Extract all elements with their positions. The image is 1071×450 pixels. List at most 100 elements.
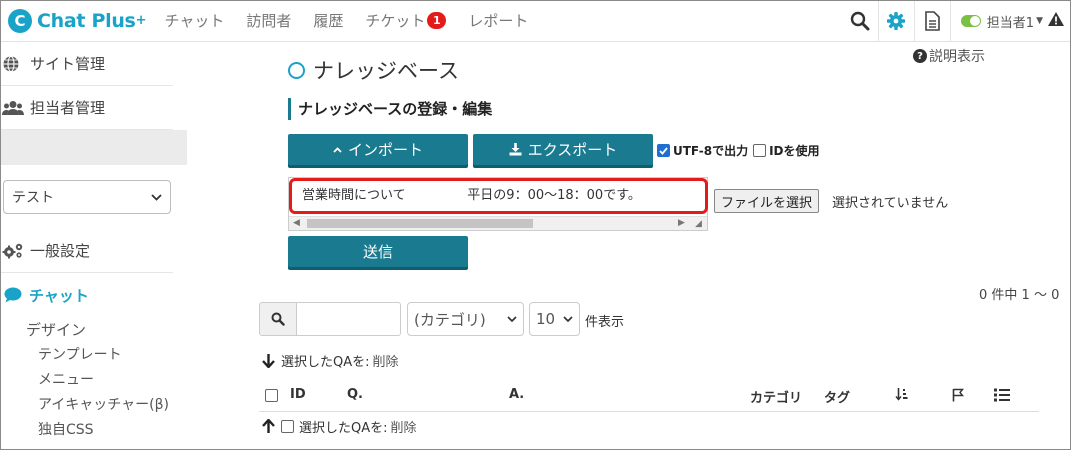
nav-visitors[interactable]: 訪問者 <box>246 10 291 31</box>
bulk-actions-top: 選択したQAを: 削除 <box>262 351 399 370</box>
export-button[interactable]: エクスポート <box>473 134 653 165</box>
column-question[interactable]: Q. <box>347 387 363 402</box>
sidebar-settings-card: テスト 一般設定 チャット デザイン テンプレート メニュー アイキャッチャー(… <box>0 165 187 450</box>
sidebar-item-design[interactable]: デザイン <box>0 317 173 343</box>
bulk-label: 選択したQAを: <box>299 421 388 436</box>
logo[interactable]: C Chat Plus + <box>8 8 147 33</box>
sidebar-item-chat[interactable]: チャット <box>0 273 173 317</box>
logo-text: Chat Plus <box>37 9 136 32</box>
sidebar-item-template[interactable]: テンプレート <box>0 343 173 368</box>
gears-icon <box>2 242 24 260</box>
export-label: エクスポート <box>527 141 618 159</box>
warning-icon[interactable] <box>1047 11 1065 31</box>
horizontal-scrollbar[interactable]: ◀ ▶ ◢ <box>289 216 707 230</box>
globe-icon <box>2 55 24 73</box>
use-id-checkbox[interactable] <box>753 144 767 157</box>
top-nav: C Chat Plus + チャット 訪問者 履歴 チケット 1 レポート 担当… <box>0 0 1071 42</box>
sidebar-settings-menu: 一般設定 チャット デザイン テンプレート メニュー アイキャッチャー(β) 独… <box>0 229 173 443</box>
chevron-down-icon <box>507 316 517 322</box>
chevron-up-icon <box>333 146 342 153</box>
column-id[interactable]: ID <box>290 387 306 402</box>
flag-icon[interactable] <box>952 388 965 406</box>
category-select-value: (カテゴリ) <box>414 310 486 329</box>
select-all-checkbox[interactable] <box>265 389 278 402</box>
sidebar-item-eyecatcher[interactable]: アイキャッチャー(β) <box>0 393 173 418</box>
send-button[interactable]: 送信 <box>288 236 468 267</box>
caret-down-icon: ▼ <box>1036 16 1043 26</box>
sidebar: サイト管理 担当者管理 テスト 一般設定 チャット デザイン テンプレート メニ… <box>0 42 187 450</box>
per-page-value: 10 <box>536 310 556 328</box>
list-settings-icon[interactable] <box>994 388 1010 406</box>
file-select-button[interactable]: ファイルを選択 <box>714 189 820 213</box>
document-icon[interactable] <box>913 0 950 42</box>
utf8-label: UTF-8で出力 <box>673 144 749 158</box>
download-icon <box>509 143 522 156</box>
logo-icon: C <box>8 8 32 33</box>
bulk-label: 選択したQAを: <box>281 355 370 370</box>
main-content: ? 説明表示 ナレッジベース ナレッジベースの登録・編集 インポート エクスポー… <box>187 42 1071 450</box>
send-label: 送信 <box>362 243 393 261</box>
search-icon <box>271 312 285 326</box>
nav-history[interactable]: 履歴 <box>313 10 343 31</box>
use-id-label: IDを使用 <box>769 144 820 158</box>
sidebar-item-site-management[interactable]: サイト管理 <box>0 42 173 86</box>
column-category[interactable]: カテゴリ <box>750 387 802 406</box>
circle-icon <box>288 61 305 79</box>
sidebar-chat-label: チャット <box>29 286 89 305</box>
sidebar-item-menu[interactable]: メニュー <box>0 368 173 393</box>
page-title-text: ナレッジベース <box>313 59 459 83</box>
textarea-content: 営業時間について 平日の9：00〜18：00です。 <box>302 188 641 203</box>
user-name: 担当者1 <box>986 15 1035 31</box>
nav-reports[interactable]: レポート <box>468 10 528 31</box>
help-toggle[interactable]: ? 説明表示 <box>913 46 985 66</box>
chevron-down-icon <box>563 316 573 322</box>
per-page-label: 件表示 <box>585 315 625 330</box>
import-button[interactable]: インポート <box>288 134 468 165</box>
sidebar-item-custom-css[interactable]: 独自CSS <box>0 418 173 443</box>
result-count: 0 件中 1 ～ 0 <box>979 288 1060 303</box>
scroll-right-icon[interactable]: ▶ <box>678 218 685 228</box>
logo-plus: + <box>135 13 147 28</box>
site-select-value: テスト <box>12 190 54 206</box>
scrollbar-thumb[interactable] <box>307 219 533 228</box>
question-icon: ? <box>913 49 927 63</box>
sidebar-item-staff-management[interactable]: 担当者管理 <box>0 86 173 130</box>
users-icon <box>2 100 24 116</box>
sidebar-item-label: 一般設定 <box>30 242 91 260</box>
category-select[interactable]: (カテゴリ) <box>407 302 524 336</box>
user-menu[interactable]: 担当者1 ▼ <box>949 0 1071 42</box>
sidebar-item-label: 担当者管理 <box>30 99 106 117</box>
select-all-bottom-checkbox[interactable] <box>281 420 294 433</box>
sort-icon[interactable] <box>895 388 909 405</box>
nav-tickets[interactable]: チケット 1 <box>365 10 447 31</box>
table-header: ID Q. A. カテゴリ タグ <box>259 378 1039 412</box>
status-toggle-icon[interactable] <box>960 15 981 27</box>
sidebar-item-label: サイト管理 <box>30 55 106 73</box>
column-tag[interactable]: タグ <box>824 387 850 406</box>
search-button[interactable] <box>259 302 297 336</box>
search-input[interactable] <box>297 302 401 336</box>
scroll-left-icon[interactable]: ◀ <box>293 218 300 228</box>
import-label: インポート <box>347 141 423 159</box>
ticket-count-badge: 1 <box>427 12 447 29</box>
knowledge-textarea[interactable]: 営業時間について 平日の9：00〜18：00です。 ◀ ▶ ◢ <box>288 177 708 231</box>
gear-icon[interactable] <box>877 0 914 42</box>
export-options: UTF-8で出力 IDを使用 <box>657 142 820 159</box>
bulk-delete-link[interactable]: 削除 <box>373 351 399 370</box>
search-icon[interactable] <box>842 0 878 42</box>
sidebar-admin-card: サイト管理 担当者管理 <box>0 42 187 130</box>
nav-right: 担当者1 ▼ <box>842 0 1071 42</box>
chevron-down-icon <box>151 189 162 205</box>
nav-chat[interactable]: チャット <box>164 10 224 31</box>
site-select[interactable]: テスト <box>3 180 171 214</box>
arrow-up-icon <box>262 419 275 434</box>
per-page-select[interactable]: 10 <box>529 302 580 336</box>
resize-grip-icon[interactable]: ◢ <box>695 219 702 229</box>
bulk-delete-link[interactable]: 削除 <box>391 417 417 436</box>
column-answer[interactable]: A. <box>509 387 524 402</box>
utf8-checkbox[interactable] <box>657 144 670 157</box>
sidebar-item-general-settings[interactable]: 一般設定 <box>0 229 173 273</box>
main-nav: チャット 訪問者 履歴 チケット 1 レポート <box>164 10 550 31</box>
section-heading: ナレッジベースの登録・編集 <box>288 98 492 120</box>
help-label: 説明表示 <box>929 49 985 65</box>
